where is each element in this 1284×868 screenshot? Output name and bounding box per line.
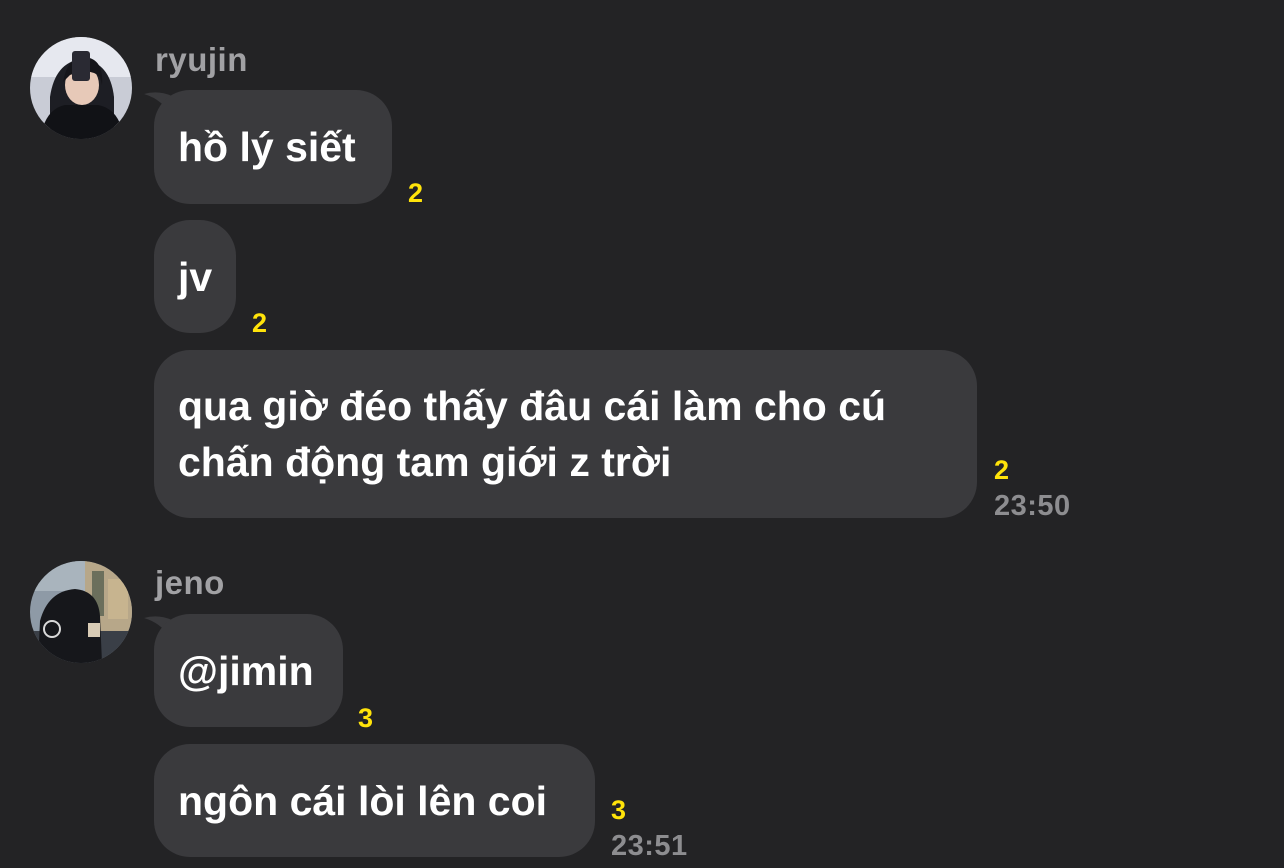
unread-count: 2 xyxy=(408,178,424,208)
message-text: jv xyxy=(178,253,213,300)
message-bubble[interactable]: hồ lý siết xyxy=(154,90,392,204)
message-text: ngôn cái lòi lên coi xyxy=(178,777,548,824)
unread-count: 2 xyxy=(252,308,268,338)
avatar-jeno-image xyxy=(30,561,132,663)
message-bubble[interactable]: qua giờ đéo thấy đâu cái làm cho cú chấn… xyxy=(154,350,977,518)
message-text: @jimin xyxy=(178,647,314,694)
sender-name: ryujin xyxy=(155,41,248,78)
message-timestamp: 23:50 xyxy=(994,490,1071,522)
unread-count: 3 xyxy=(611,795,627,825)
unread-count: 2 xyxy=(994,455,1010,485)
message-bubble[interactable]: @jimin xyxy=(154,614,343,727)
message-line: chấn động tam giới z trời xyxy=(178,439,672,485)
unread-count: 3 xyxy=(358,703,374,733)
message-bubble[interactable]: jv xyxy=(154,220,236,333)
message-bubble[interactable]: ngôn cái lòi lên coi xyxy=(154,744,595,857)
message-text: hồ lý siết xyxy=(178,124,356,170)
message-text: qua giờ đéo thấy đâu cái làm cho cú chấn… xyxy=(178,378,886,490)
avatar-jeno[interactable] xyxy=(30,561,132,663)
avatar-ryujin-image xyxy=(30,37,132,139)
message-timestamp: 23:51 xyxy=(611,830,688,862)
sender-name: jeno xyxy=(155,564,225,601)
avatar-ryujin[interactable] xyxy=(30,37,132,139)
message-line: qua giờ đéo thấy đâu cái làm cho cú xyxy=(178,383,887,429)
